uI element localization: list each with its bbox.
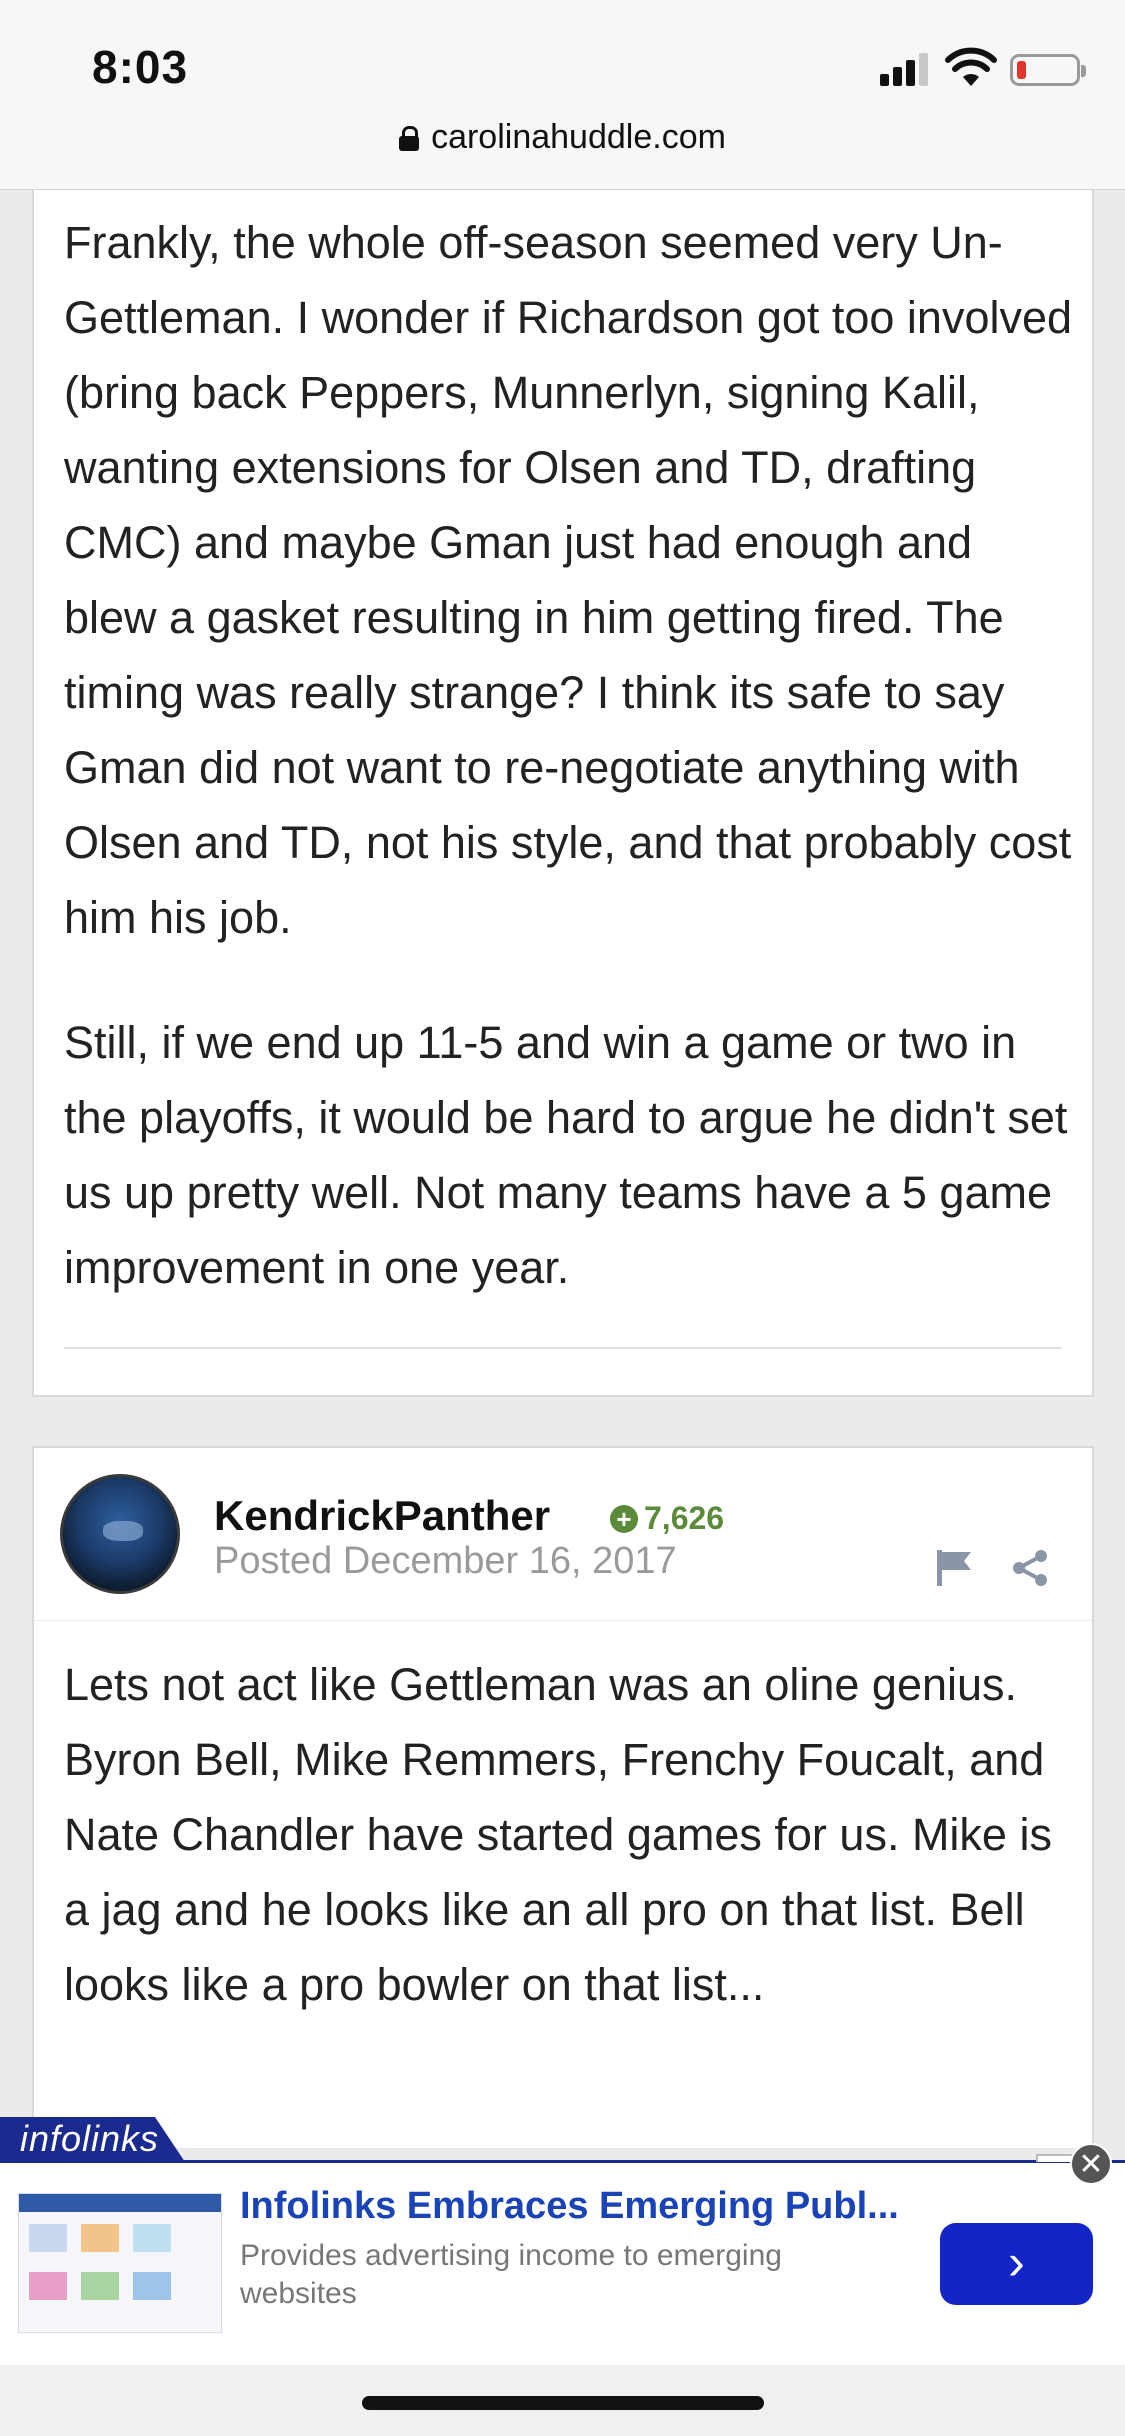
close-icon[interactable]: ✕ [1070,2143,1112,2185]
share-icon[interactable] [1010,1548,1050,1588]
forum-post: KendrickPanther +7,626 Posted December 1… [32,1446,1094,2148]
post-paragraph: Still, if we end up 11-5 and win a game … [64,1017,1068,1293]
url-text[interactable]: carolinahuddle.com [431,118,726,156]
ad-thumbnail[interactable] [18,2193,222,2333]
post-body: Lets not act like Gettleman was an oline… [34,1620,1092,2148]
wifi-icon [945,47,997,86]
ad-brand-label[interactable]: infolinks [20,2118,159,2160]
ad-open-button[interactable]: › [940,2223,1093,2305]
post-paragraph: Frankly, the whole off-season seemed ver… [64,217,1073,943]
forum-post: Frankly, the whole off-season seemed ver… [32,175,1094,1397]
reputation-badge: +7,626 [610,1500,724,1537]
battery-low-icon [1010,54,1086,86]
ad-title[interactable]: Infolinks Embraces Emerging Publ... [240,2185,899,2228]
post-header: KendrickPanther +7,626 Posted December 1… [34,1448,1092,1620]
post-paragraph: Lets not act like Gettleman was an oline… [64,1659,1052,2010]
browser-top-bar: 8:03 carolinahuddle.com [0,0,1125,190]
flag-icon[interactable] [934,1548,974,1588]
cellular-signal-icon [880,50,932,86]
lock-icon [399,126,420,151]
avatar[interactable] [60,1474,180,1594]
plus-circle-icon: + [610,1505,638,1533]
home-indicator[interactable] [362,2396,764,2410]
url-bar[interactable]: carolinahuddle.com [0,118,1125,157]
status-time: 8:03 [92,41,189,93]
ad-description: Provides advertising income to emerging … [240,2239,782,2310]
ad-banner[interactable]: Infolinks Embraces Emerging Publ... Prov… [0,2160,1125,2365]
post-author[interactable]: KendrickPanther [214,1492,550,1540]
post-divider [64,1347,1062,1349]
post-date: Posted December 16, 2017 [214,1540,677,1582]
reputation-count: 7,626 [644,1500,725,1536]
